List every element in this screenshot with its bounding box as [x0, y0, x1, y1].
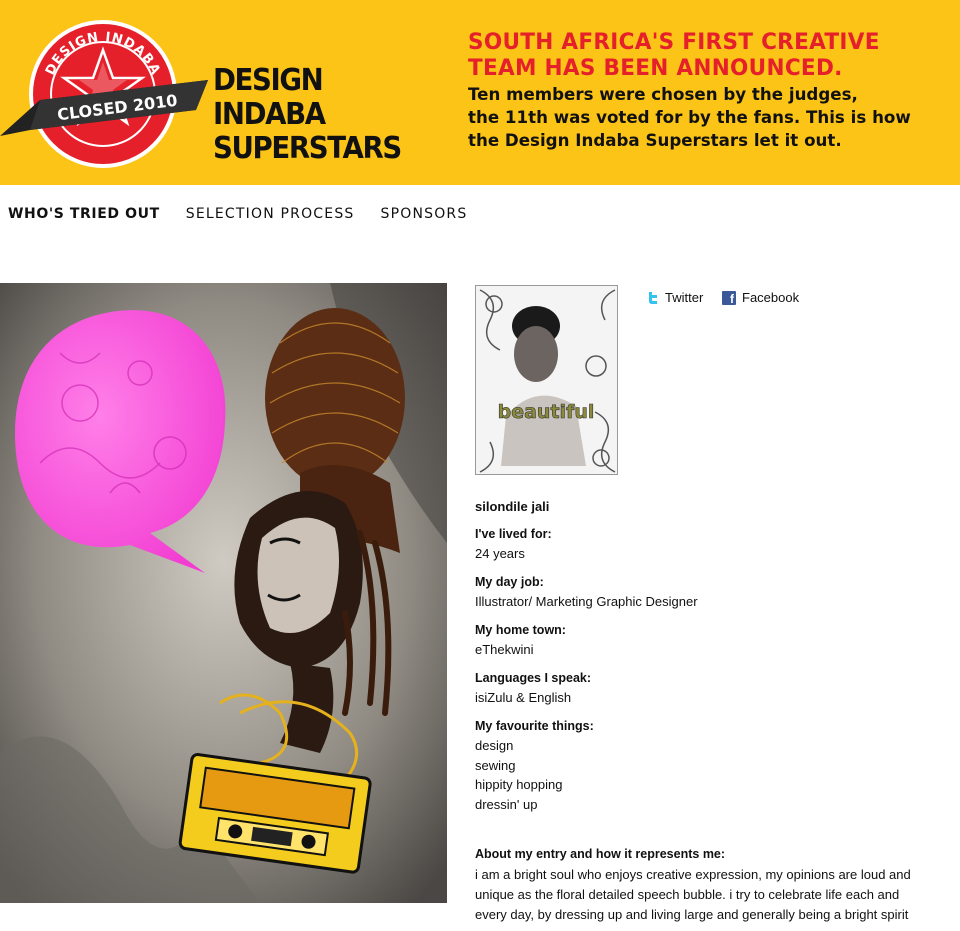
profile-details: silondile jali I've lived for: 24 years …	[475, 497, 945, 925]
hometown-label: My home town:	[475, 622, 566, 637]
brand-wordmark[interactable]: DESIGN INDABA SUPERSTARS	[213, 64, 406, 166]
list-item: hippity hopping	[475, 777, 563, 792]
languages-label: Languages I speak:	[475, 670, 592, 685]
job-value: Illustrator/ Marketing Graphic Designer	[475, 594, 698, 609]
list-item: dressin' up	[475, 796, 538, 812]
lived-label: I've lived for:	[475, 526, 552, 541]
twitter-label: Twitter	[665, 290, 704, 305]
list-item: sewing	[475, 757, 516, 773]
announcement-headline: SOUTH AFRICA'S FIRST CREATIVE TEAM HAS B…	[468, 30, 880, 81]
brand-line-1: DESIGN INDABA	[213, 63, 326, 132]
site-header: DESIGN INDABA CLOSED 2010 DESIGN INDABA …	[0, 0, 960, 185]
main-nav: WHO'S TRIED OUT SELECTION PROCESS SPONSO…	[8, 205, 467, 225]
artwork-illustration	[0, 283, 447, 903]
hometown-value: eThekwini	[475, 642, 534, 657]
nav-selection-process[interactable]: SELECTION PROCESS	[186, 205, 355, 225]
languages-value: isiZulu & English	[475, 690, 572, 705]
favourites-list: design sewing hippity hopping dressin' u…	[475, 736, 945, 814]
about-label: About my entry and how it represents me:	[475, 847, 726, 861]
nav-sponsors[interactable]: SPONSORS	[381, 205, 468, 225]
twitter-icon	[649, 292, 657, 304]
favourites-label: My favourite things:	[475, 718, 594, 733]
design-indaba-badge-logo[interactable]: DESIGN INDABA CLOSED 2010	[0, 18, 215, 178]
about-value: i am a bright soul who enjoys creative e…	[475, 866, 911, 922]
twitter-share-link[interactable]: Twitter	[646, 290, 703, 305]
facebook-icon: f	[722, 290, 736, 305]
job-label: My day job:	[475, 574, 544, 589]
facebook-share-link[interactable]: f Facebook	[722, 290, 799, 305]
profile-name: silondile jali	[475, 499, 550, 514]
profile-photo: beautiful	[476, 286, 617, 474]
nav-whos-tried-out[interactable]: WHO'S TRIED OUT	[8, 205, 160, 225]
entry-artwork	[0, 283, 447, 903]
announcement-subhead: Ten members were chosen by the judges, t…	[468, 85, 911, 151]
profile-thumbnail[interactable]: beautiful	[475, 285, 618, 475]
brand-line-2: SUPERSTARS	[213, 131, 402, 166]
thumbnail-caption: beautiful	[498, 401, 595, 423]
list-item: design	[475, 738, 514, 753]
lived-value: 24 years	[475, 546, 525, 561]
facebook-label: Facebook	[742, 290, 800, 305]
